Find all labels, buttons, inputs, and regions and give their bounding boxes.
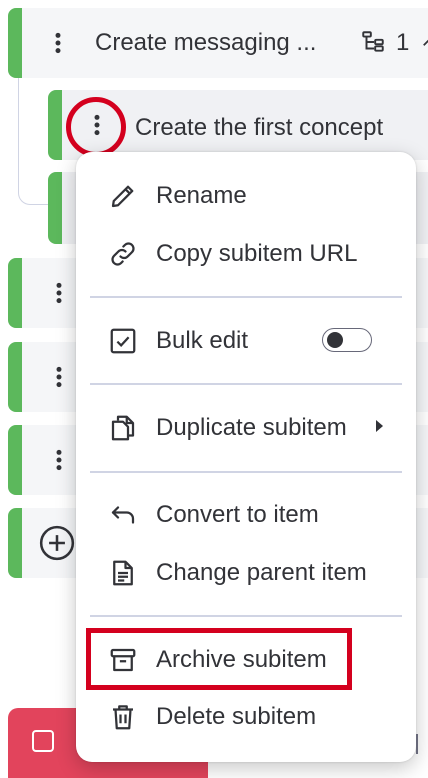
- menu-item-label: Bulk edit: [156, 327, 249, 354]
- document-icon: [108, 558, 138, 588]
- parent-item-row[interactable]: Create messaging ... 1: [8, 8, 428, 78]
- menu-item-duplicate[interactable]: Duplicate subitem: [76, 401, 416, 455]
- menu-divider: [90, 615, 402, 617]
- menu-item-convert[interactable]: Convert to item: [76, 488, 416, 542]
- link-icon: [108, 239, 138, 269]
- add-circle-icon[interactable]: [38, 524, 76, 562]
- menu-item-rename[interactable]: Rename: [76, 169, 416, 223]
- tree-connector: [18, 78, 49, 205]
- menu-item-label: Rename: [156, 182, 247, 209]
- menu-divider: [90, 296, 402, 298]
- menu-item-bulk-edit[interactable]: Bulk edit: [76, 314, 416, 368]
- partial-icon: [416, 734, 428, 754]
- menu-divider: [90, 383, 402, 385]
- more-vertical-icon[interactable]: [46, 364, 72, 390]
- subitem-count[interactable]: 1: [396, 29, 409, 57]
- bulk-edit-toggle[interactable]: [322, 328, 372, 352]
- subitem-title[interactable]: Create the first concept: [135, 114, 383, 142]
- menu-item-label: Copy subitem URL: [156, 240, 358, 267]
- chevron-right-icon: [376, 420, 383, 432]
- menu-item-label: Duplicate subitem: [156, 414, 347, 441]
- menu-item-change-parent[interactable]: Change parent item: [76, 546, 416, 600]
- chevron-up-icon[interactable]: [420, 34, 428, 48]
- checkbox-icon: [108, 326, 138, 356]
- convert-icon: [108, 500, 138, 530]
- pencil-icon: [108, 181, 138, 211]
- highlight-box: [86, 628, 352, 690]
- menu-item-copy-url[interactable]: Copy subitem URL: [76, 227, 416, 281]
- more-vertical-icon[interactable]: [46, 447, 72, 473]
- more-vertical-icon[interactable]: [46, 280, 72, 306]
- menu-item-label: Change parent item: [156, 559, 367, 586]
- subitems-icon[interactable]: [360, 29, 386, 55]
- menu-item-label: Convert to item: [156, 501, 319, 528]
- checkbox-icon: [32, 730, 54, 752]
- menu-item-delete[interactable]: Delete subitem: [76, 690, 416, 744]
- menu-divider: [90, 471, 402, 473]
- menu-item-label: Delete subitem: [156, 703, 317, 730]
- parent-item-title[interactable]: Create messaging ...: [95, 29, 316, 57]
- duplicate-icon: [108, 413, 138, 443]
- trash-icon: [108, 702, 138, 732]
- more-vertical-icon[interactable]: [45, 30, 71, 56]
- highlight-circle: [66, 97, 126, 157]
